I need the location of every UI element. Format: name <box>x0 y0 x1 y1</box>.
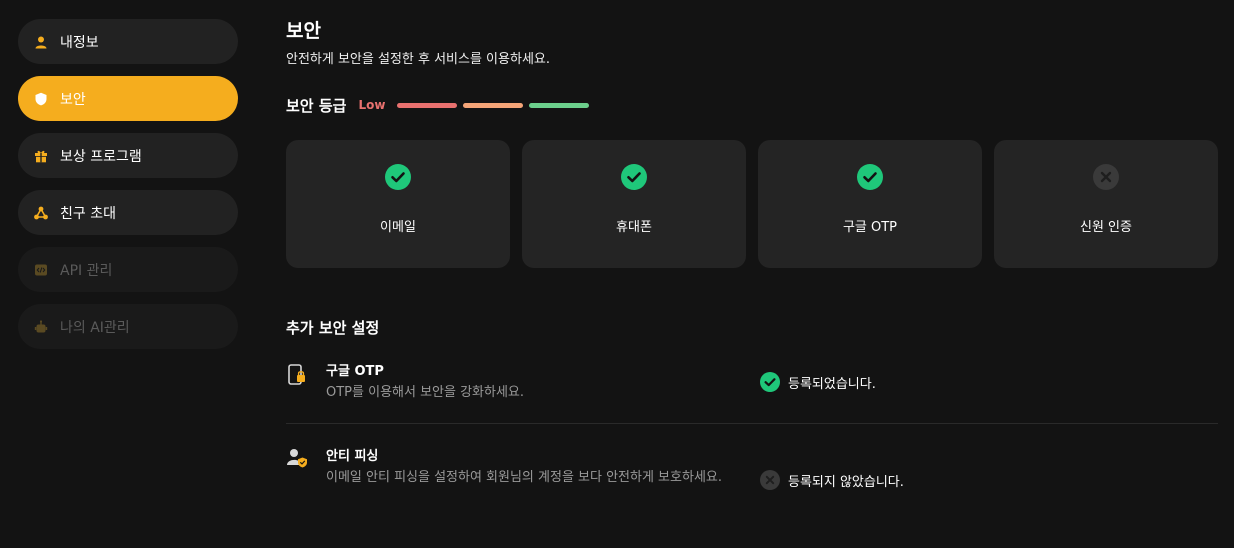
check-circle-icon <box>857 164 883 190</box>
page-title: 보안 <box>286 20 321 42</box>
user-icon <box>34 35 48 49</box>
setting-anti-phishing: 안티 피싱 이메일 안티 피싱을 설정하여 회원님의 계정을 보다 안전하게 보… <box>286 448 1218 518</box>
sidebar-item-label: 보상 프로그램 <box>60 148 142 165</box>
card-identity-verification[interactable]: 신원 인증 <box>994 140 1218 268</box>
check-circle-icon <box>760 372 780 392</box>
setting-text: 구글 OTP OTP를 이용해서 보안을 강화하세요. <box>326 363 756 423</box>
main-content: 보안 안전하게 보안을 설정한 후 서비스를 이용하세요. 보안 등급 Low … <box>286 18 1218 518</box>
security-level-bars <box>397 102 590 108</box>
level-bar-1 <box>397 102 458 108</box>
card-google-otp[interactable]: 구글 OTP <box>758 140 982 268</box>
sidebar-item-invite-friends[interactable]: 친구 초대 <box>18 190 238 235</box>
security-level-value: Low <box>358 98 386 112</box>
sidebar-item-label: 내정보 <box>60 34 99 51</box>
user-shield-icon <box>286 448 308 472</box>
sidebar-item-security[interactable]: 보안 <box>18 76 238 121</box>
sidebar-item-my-ai: 나의 AI관리 <box>18 304 238 349</box>
setting-google-otp: 구글 OTP OTP를 이용해서 보안을 강화하세요. 등록되었습니다. <box>286 363 1218 423</box>
sidebar-item-label: 보안 <box>60 91 86 108</box>
phone-lock-icon <box>286 363 308 387</box>
x-circle-icon <box>760 470 780 490</box>
level-bar-3 <box>529 102 590 108</box>
code-icon <box>34 263 48 277</box>
card-label: 신원 인증 <box>1080 220 1132 235</box>
check-circle-icon <box>621 164 647 190</box>
robot-icon <box>34 319 48 334</box>
shield-icon <box>34 92 48 106</box>
setting-name: 구글 OTP <box>326 364 384 379</box>
anti-phishing-status[interactable]: 등록되지 않았습니다. <box>760 470 904 490</box>
extra-security-title: 추가 보안 설정 <box>286 319 380 337</box>
gift-icon <box>34 149 48 163</box>
sidebar-item-rewards[interactable]: 보상 프로그램 <box>18 133 238 178</box>
verification-cards: 이메일 휴대폰 구글 OTP 신원 인증 <box>286 140 1218 268</box>
setting-description: 이메일 안티 피싱을 설정하여 회원님의 계정을 보다 안전하게 보호하세요. <box>326 470 722 485</box>
sidebar-item-label: 친구 초대 <box>60 205 116 222</box>
google-otp-status[interactable]: 등록되었습니다. <box>760 372 876 392</box>
share-icon <box>34 206 48 220</box>
x-circle-icon <box>1093 164 1119 190</box>
card-label: 이메일 <box>380 220 416 235</box>
setting-text: 안티 피싱 이메일 안티 피싱을 설정하여 회원님의 계정을 보다 안전하게 보… <box>326 448 756 518</box>
card-label: 휴대폰 <box>616 220 652 235</box>
security-level: 보안 등급 Low <box>286 93 1218 117</box>
status-label: 등록되었습니다. <box>788 376 876 392</box>
sidebar-item-label: 나의 AI관리 <box>60 319 130 336</box>
sidebar: 내정보 보안 보상 프로그램 친구 초대 API 관리 나의 AI관리 <box>18 19 238 349</box>
sidebar-item-label: API 관리 <box>60 262 113 279</box>
page-subtitle: 안전하게 보안을 설정한 후 서비스를 이용하세요. <box>286 52 550 67</box>
card-label: 구글 OTP <box>842 220 898 235</box>
security-level-label: 보안 등급 <box>286 96 347 115</box>
status-label: 등록되지 않았습니다. <box>788 474 904 490</box>
check-circle-icon <box>385 164 411 190</box>
card-email[interactable]: 이메일 <box>286 140 510 268</box>
setting-description: OTP를 이용해서 보안을 강화하세요. <box>326 385 525 400</box>
sidebar-item-api-management: API 관리 <box>18 247 238 292</box>
sidebar-item-my-info[interactable]: 내정보 <box>18 19 238 64</box>
divider <box>286 423 1218 424</box>
level-bar-2 <box>463 102 524 108</box>
setting-name: 안티 피싱 <box>326 449 379 464</box>
card-phone[interactable]: 휴대폰 <box>522 140 746 268</box>
